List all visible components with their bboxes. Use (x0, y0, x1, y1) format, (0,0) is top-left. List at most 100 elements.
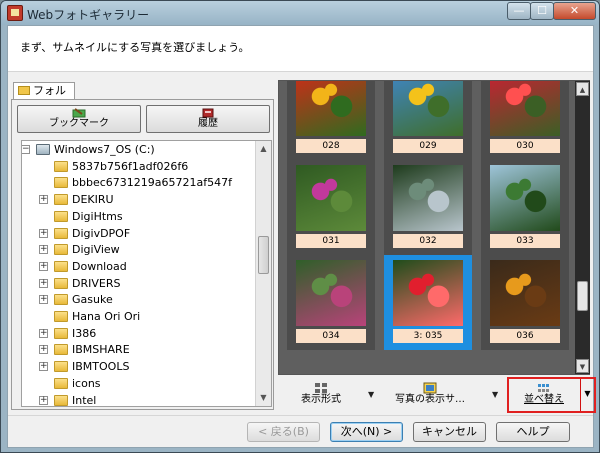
thumbnail-item[interactable]: 031 (287, 160, 375, 255)
expand-icon[interactable]: + (39, 228, 48, 238)
folder-icon (54, 244, 68, 256)
expand-icon[interactable]: + (39, 395, 48, 405)
history-icon (202, 108, 214, 118)
scroll-up-icon[interactable]: ▲ (256, 141, 271, 157)
thumbnail-image (296, 81, 366, 136)
tree-item-label: DigivDPOF (72, 226, 131, 240)
tree-scrollbar[interactable]: ▲ ▼ (255, 141, 271, 406)
thumbnail-caption: 032 (393, 234, 463, 248)
folder-icon (54, 277, 68, 289)
tree-item-label: Intel (72, 393, 97, 407)
window-title: Webフォトギャラリー (27, 8, 150, 22)
thumbnail-image (393, 81, 463, 136)
photo-display-button[interactable]: 写真の表示サ… (386, 378, 474, 412)
thumbnail-item[interactable]: 032 (384, 160, 472, 255)
thumbnail-item[interactable]: 034 (287, 255, 375, 350)
thumbnail-image (296, 260, 366, 326)
thumbnail-image (393, 165, 463, 231)
thumbnail-image (296, 165, 366, 231)
tree-item-label: IBMTOOLS (72, 360, 130, 374)
app-icon (7, 5, 23, 21)
gallery-scroll-thumb[interactable] (577, 281, 588, 311)
bookmark-icon (72, 108, 86, 118)
thumbnail-item[interactable]: 3: 035 (384, 255, 472, 350)
gallery-scroll-down-icon[interactable]: ▼ (576, 359, 589, 373)
close-button[interactable]: ✕ (553, 2, 596, 20)
expand-icon[interactable]: + (39, 278, 48, 288)
bookmark-button[interactable]: ブックマーク (17, 105, 141, 133)
tree-item-label: Gasuke (72, 293, 113, 307)
tree-item-label: I386 (72, 326, 97, 340)
expand-icon[interactable]: + (39, 261, 48, 271)
thumbnail-caption: 036 (490, 329, 560, 343)
back-button[interactable]: < 戻る(B) (247, 422, 320, 442)
expand-icon[interactable]: + (39, 245, 48, 255)
scroll-down-icon[interactable]: ▼ (256, 390, 271, 406)
thumbnail-caption: 034 (296, 329, 366, 343)
folder-icon (54, 361, 68, 373)
tree-item-label: icons (72, 376, 101, 390)
photo-display-dropdown-icon[interactable]: ▼ (492, 390, 498, 399)
folder-icon (54, 294, 68, 306)
history-label: 履歴 (198, 118, 218, 129)
folder-icon (54, 344, 68, 356)
thumbnail-image (490, 165, 560, 231)
view-style-button[interactable]: 表示形式 (290, 378, 352, 412)
folder-tree[interactable]: ▲ ▼ − Windows7_OS (C:) 5837b756f1adf026f6 b… (21, 140, 272, 407)
app-window: Webフォトギャラリー — ☐ ✕ まず、サムネイルにする写真を選びましょう。 … (0, 0, 600, 453)
thumbnail-image (490, 260, 560, 326)
instruction-text: まず、サムネイルにする写真を選びましょう。 (20, 41, 250, 54)
thumbnail-caption: 029 (393, 139, 463, 153)
next-button[interactable]: 次へ(N) > (330, 422, 403, 442)
tab-folder[interactable]: フォルダ (13, 82, 75, 113)
tree-item-label: DRIVERS (72, 276, 121, 290)
photo-display-icon (423, 382, 437, 394)
thumbnail-item[interactable]: 028 (287, 81, 375, 160)
title-bar[interactable]: Webフォトギャラリー — ☐ ✕ (1, 1, 599, 25)
tree-item-label: Windows7_OS (C:) (54, 143, 155, 156)
expand-icon[interactable]: + (39, 345, 48, 355)
thumbnail-caption: 030 (490, 139, 560, 153)
thumbnail-image (393, 260, 463, 326)
scroll-thumb[interactable] (258, 236, 269, 274)
folder-icon (54, 194, 68, 206)
maximize-button[interactable]: ☐ (530, 2, 554, 20)
bookmark-label: ブックマーク (49, 118, 109, 129)
folder-icon (54, 160, 68, 172)
folder-icon (54, 377, 68, 389)
sort-button[interactable]: 並べ替え (511, 378, 577, 412)
expand-icon[interactable]: + (39, 295, 48, 305)
tree-item-label: IBMSHARE (72, 343, 130, 357)
wizard-body: まず、サムネイルにする写真を選びましょう。 フォルダ ブックマーク 履歴 ▲ ▼… (7, 25, 596, 448)
folder-icon (18, 86, 30, 95)
tree-item-label: 5837b756f1adf026f6 (72, 159, 189, 173)
history-button[interactable]: 履歴 (146, 105, 270, 133)
thumbnail-grid: 028 029 030 031 032 033 034 3: 035 036 (279, 81, 575, 374)
tree-item-label: DigiHtms (72, 209, 123, 223)
folder-icon (54, 177, 68, 189)
thumbnail-item[interactable]: 033 (481, 160, 569, 255)
folder-icon (54, 210, 68, 222)
expand-icon[interactable]: + (39, 328, 48, 338)
photo-display-label: 写真の表示サ… (395, 394, 465, 405)
view-style-dropdown-icon[interactable]: ▼ (368, 390, 374, 399)
folder-icon (54, 327, 68, 339)
grid-view-icon (315, 383, 327, 393)
thumbnail-item[interactable]: 029 (384, 81, 472, 160)
gallery-scroll-up-icon[interactable]: ▲ (576, 82, 589, 96)
cancel-button[interactable]: キャンセル (413, 422, 486, 442)
collapse-icon[interactable]: − (22, 145, 30, 154)
minimize-button[interactable]: — (507, 2, 531, 20)
sort-label: 並べ替え (524, 394, 564, 405)
expand-icon[interactable]: + (39, 195, 48, 205)
thumbnail-caption: 031 (296, 234, 366, 248)
drive-icon (36, 144, 50, 155)
thumbnail-caption: 3: 035 (393, 329, 463, 343)
tree-item-label: DigiView (72, 243, 120, 257)
help-button[interactable]: ヘルプ (496, 422, 570, 442)
expand-icon[interactable]: + (39, 362, 48, 372)
gallery-scrollbar[interactable]: ▲ ▼ (575, 81, 590, 374)
thumbnail-item[interactable]: 036 (481, 255, 569, 350)
thumbnail-item[interactable]: 030 (481, 81, 569, 160)
sort-dropdown-icon[interactable]: ▼ (580, 379, 594, 411)
